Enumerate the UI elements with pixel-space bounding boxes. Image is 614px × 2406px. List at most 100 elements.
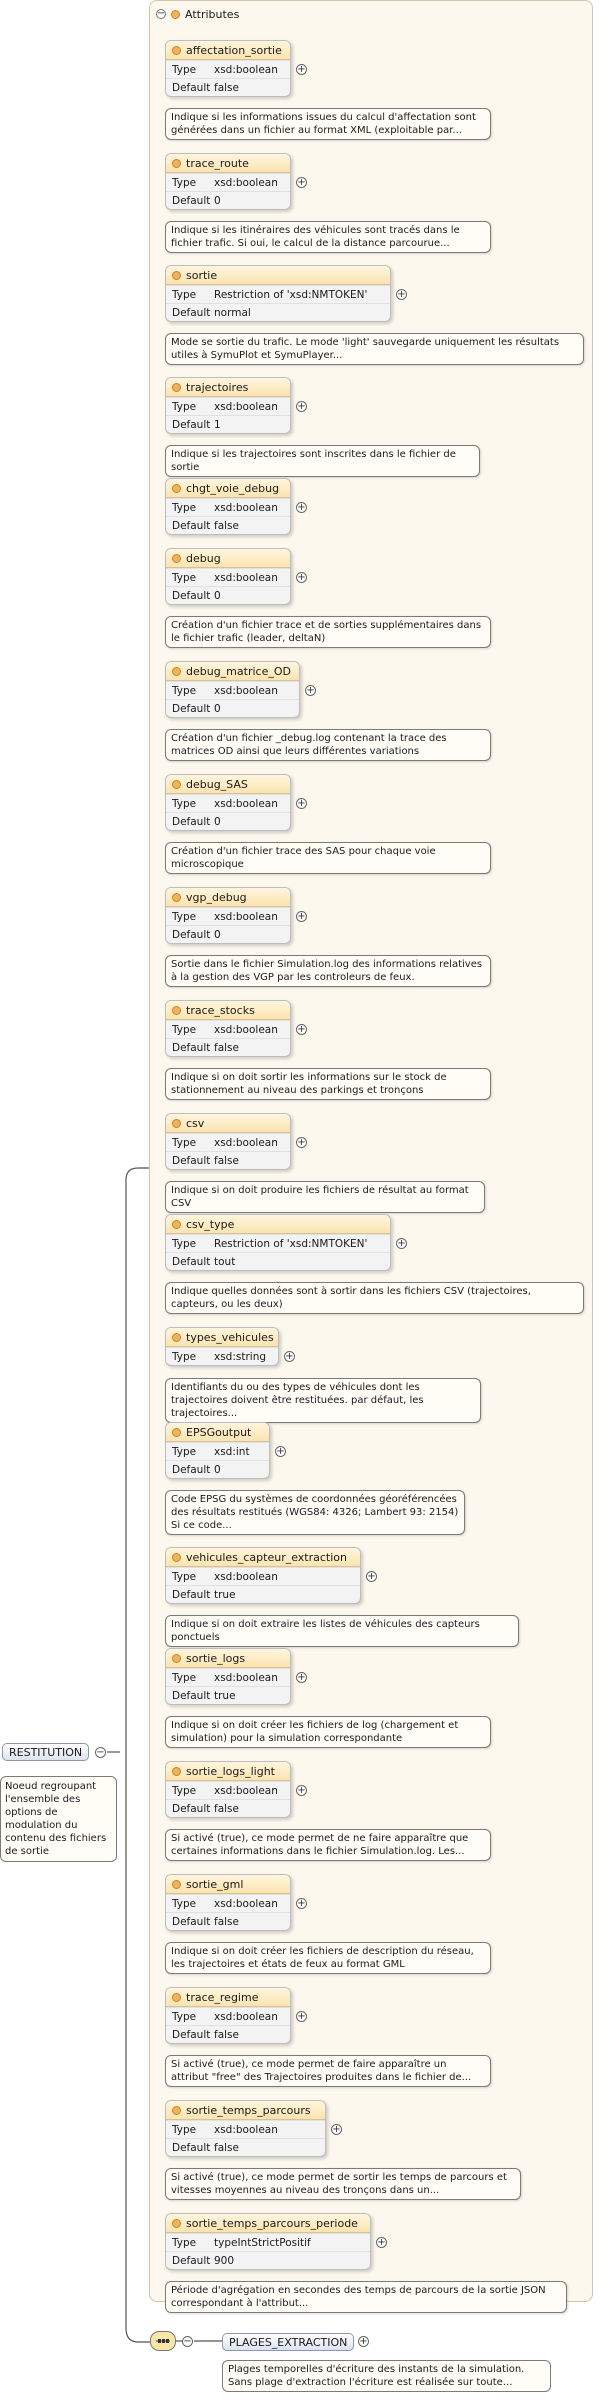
type-row: Type xsd:boolean: [166, 568, 290, 586]
attribute-card-sortie_temps_parcours_periode[interactable]: sortie_temps_parcours_periode Type typeInt…: [165, 2213, 371, 2270]
sequence-collapse-icon[interactable]: −: [182, 2336, 193, 2347]
type-key: Type: [172, 1136, 197, 1149]
plages-extraction-node[interactable]: PLAGES_EXTRACTION: [222, 2333, 355, 2351]
default-row: Default true: [166, 1686, 290, 1704]
default-key: Default: [172, 1689, 211, 1702]
attribute-card-csv[interactable]: csv Type xsd:boolean Default false: [165, 1113, 291, 1170]
type-row: Type xsd:int: [166, 1442, 269, 1460]
attribute-icon: [172, 1219, 181, 1229]
attribute-header: sortie_temps_parcours_periode: [166, 2214, 370, 2233]
attribute-icon: [171, 9, 180, 19]
type-row: Type xsd:boolean: [166, 1894, 290, 1912]
default-key: Default: [172, 194, 211, 207]
restitution-collapse-icon[interactable]: −: [95, 1747, 106, 1758]
attribute-expand-icon[interactable]: +: [376, 2237, 387, 2248]
type-row: Type Restriction of 'xsd:NMTOKEN': [166, 1234, 390, 1252]
attribute-expand-icon[interactable]: +: [296, 1898, 307, 1909]
default-key: Default: [172, 1041, 211, 1054]
attribute-expand-icon[interactable]: +: [296, 502, 307, 513]
default-value: true: [214, 1588, 236, 1601]
type-value: xsd:boolean: [214, 1023, 278, 1036]
type-value: xsd:int: [214, 1445, 250, 1458]
attribute-expand-icon[interactable]: +: [305, 685, 316, 696]
attribute-expand-icon[interactable]: +: [296, 1137, 307, 1148]
attribute-expand-icon[interactable]: +: [296, 572, 307, 583]
attribute-expand-icon[interactable]: +: [296, 911, 307, 922]
attribute-note: Indique si les informations issues du ca…: [165, 108, 491, 140]
attribute-card-affectation_sortie[interactable]: affectation_sortie Type xsd:boolean Default…: [165, 40, 291, 97]
attribute-name: affectation_sortie: [186, 43, 282, 57]
attribute-card-vgp_debug[interactable]: vgp_debug Type xsd:boolean Default 0: [165, 887, 291, 944]
attribute-card-debug_SAS[interactable]: debug_SAS Type xsd:boolean Default 0: [165, 774, 291, 831]
attribute-header: trace_regime: [166, 1988, 290, 2007]
attribute-expand-icon[interactable]: +: [396, 1238, 407, 1249]
attribute-header: debug: [166, 549, 290, 568]
attribute-card-debug[interactable]: debug Type xsd:boolean Default 0: [165, 548, 291, 605]
attribute-card-debug_matrice_OD[interactable]: debug_matrice_OD Type xsd:boolean Default 0: [165, 661, 300, 718]
attribute-header: types_vehicules: [166, 1328, 278, 1347]
attribute-note: Indique si on doit produire les fichiers…: [165, 1181, 485, 1213]
attribute-name: debug_matrice_OD: [186, 664, 291, 678]
attribute-note: Indique si on doit créer les fichiers de…: [165, 1716, 491, 1748]
type-row: Type Restriction of 'xsd:NMTOKEN': [166, 285, 390, 303]
attribute-icon: [172, 1552, 181, 1562]
default-value: false: [214, 1802, 239, 1815]
plages-expand-icon[interactable]: +: [358, 2336, 369, 2347]
attribute-expand-icon[interactable]: +: [296, 177, 307, 188]
attribute-icon: [172, 158, 181, 168]
attribute-expand-icon[interactable]: +: [296, 2011, 307, 2022]
type-key: Type: [172, 2010, 197, 2023]
attribute-expand-icon[interactable]: +: [396, 289, 407, 300]
type-key: Type: [172, 1570, 197, 1583]
default-row: Default 0: [166, 925, 290, 943]
default-row: Default false: [166, 78, 290, 96]
attribute-card-csv_type[interactable]: csv_type Type Restriction of 'xsd:NMTOKEN'…: [165, 1214, 391, 1271]
attribute-card-sortie_gml[interactable]: sortie_gml Type xsd:boolean Default false: [165, 1874, 291, 1931]
default-key: Default: [172, 306, 211, 319]
attribute-card-sortie_temps_parcours[interactable]: sortie_temps_parcours Type xsd:boolean Defa…: [165, 2100, 326, 2157]
attribute-expand-icon[interactable]: +: [366, 1571, 377, 1582]
attribute-note: Indique si on doit extraire les listes d…: [165, 1615, 519, 1647]
default-row: Default 0: [166, 586, 290, 604]
default-value: normal: [214, 306, 251, 319]
default-row: Default tout: [166, 1252, 390, 1270]
default-value: 0: [214, 702, 221, 715]
attribute-expand-icon[interactable]: +: [284, 1351, 295, 1362]
default-row: Default false: [166, 2025, 290, 2043]
attribute-header: trajectoires: [166, 378, 290, 397]
attribute-icon: [172, 1427, 181, 1437]
type-key: Type: [172, 2123, 197, 2136]
type-key: Type: [172, 176, 197, 189]
attribute-expand-icon[interactable]: +: [296, 401, 307, 412]
attribute-card-sortie_logs_light[interactable]: sortie_logs_light Type xsd:boolean Default f…: [165, 1761, 291, 1818]
attribute-card-sortie[interactable]: sortie Type Restriction of 'xsd:NMTOKEN' De…: [165, 265, 391, 322]
attribute-expand-icon[interactable]: +: [296, 1672, 307, 1683]
attribute-note: Sortie dans le fichier Simulation.log de…: [165, 955, 491, 987]
attribute-card-trace_route[interactable]: trace_route Type xsd:boolean Default 0: [165, 153, 291, 210]
collapse-icon[interactable]: −: [156, 9, 166, 19]
attribute-header: csv: [166, 1114, 290, 1133]
attribute-card-sortie_logs[interactable]: sortie_logs Type xsd:boolean Default true: [165, 1648, 291, 1705]
attribute-card-types_vehicules[interactable]: types_vehicules Type xsd:string: [165, 1327, 279, 1366]
attribute-expand-icon[interactable]: +: [275, 1446, 286, 1457]
attribute-icon: [172, 483, 181, 493]
attribute-expand-icon[interactable]: +: [296, 1024, 307, 1035]
attribute-expand-icon[interactable]: +: [296, 64, 307, 75]
attribute-expand-icon[interactable]: +: [296, 798, 307, 809]
attribute-name: vgp_debug: [186, 890, 247, 904]
attribute-card-trace_regime[interactable]: trace_regime Type xsd:boolean Default false: [165, 1987, 291, 2044]
attribute-expand-icon[interactable]: +: [331, 2124, 342, 2135]
attribute-expand-icon[interactable]: +: [296, 1785, 307, 1796]
attribute-card-trajectoires[interactable]: trajectoires Type xsd:boolean Default 1: [165, 377, 291, 434]
restitution-node[interactable]: RESTITUTION: [2, 1743, 90, 1761]
attribute-card-vehicules_capteur_extraction[interactable]: vehicules_capteur_extraction Type xsd:bool…: [165, 1547, 361, 1604]
attribute-icon: [172, 45, 181, 55]
attribute-card-trace_stocks[interactable]: trace_stocks Type xsd:boolean Default false: [165, 1000, 291, 1057]
default-key: Default: [172, 815, 211, 828]
attribute-card-chgt_voie_debug[interactable]: chgt_voie_debug Type xsd:boolean Default fal…: [165, 478, 291, 535]
default-key: Default: [172, 702, 211, 715]
type-key: Type: [172, 1023, 197, 1036]
default-row: Default normal: [166, 303, 390, 321]
attribute-card-EPSGoutput[interactable]: EPSGoutput Type xsd:int Default 0: [165, 1422, 270, 1479]
attribute-icon: [172, 2105, 181, 2115]
